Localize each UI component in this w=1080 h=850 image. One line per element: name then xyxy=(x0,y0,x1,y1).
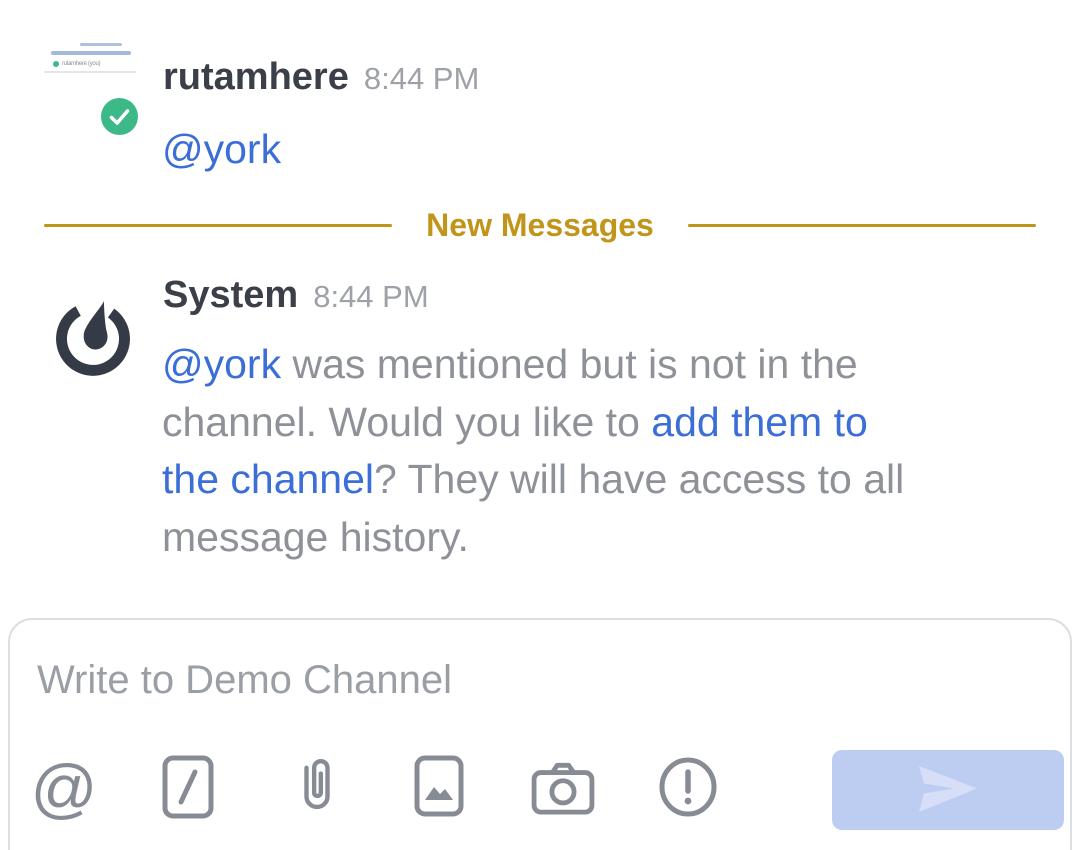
avatar-detail xyxy=(44,71,136,73)
send-button[interactable] xyxy=(832,750,1064,830)
mattermost-logo-icon xyxy=(51,291,135,380)
message-text: message history. xyxy=(162,514,469,560)
message-link[interactable]: @york xyxy=(162,341,281,387)
new-messages-divider: New Messages xyxy=(0,204,1080,246)
chat-screen: rutamhere (you) rutamhere 8:44 PM @york … xyxy=(0,0,1080,850)
message-composer: Write to Demo Channel @ xyxy=(8,618,1072,850)
divider-line xyxy=(44,224,392,227)
message-text: was mentioned but is not in the xyxy=(281,341,858,387)
camera-icon[interactable] xyxy=(531,761,595,815)
username[interactable]: rutamhere xyxy=(163,56,349,99)
timestamp: 8:44 PM xyxy=(364,61,479,97)
avatar-detail xyxy=(80,43,122,46)
avatar-detail xyxy=(51,51,131,55)
send-icon xyxy=(918,764,978,817)
message-link[interactable]: add them to xyxy=(651,399,868,445)
at-mention-icon[interactable]: @ xyxy=(30,754,98,822)
username[interactable]: System xyxy=(163,274,298,317)
image-icon[interactable] xyxy=(414,755,464,817)
avatar-caption: rutamhere (you) xyxy=(62,61,100,67)
priority-alert-icon[interactable] xyxy=(659,757,717,817)
attach-file-icon[interactable] xyxy=(296,752,338,818)
user-avatar[interactable]: rutamhere (you) xyxy=(44,26,136,78)
online-dot-icon xyxy=(53,61,59,67)
message-text: channel. Would you like to xyxy=(162,399,651,445)
system-message-text: @york was mentioned but is not in the cha… xyxy=(162,336,1042,566)
message-input[interactable]: Write to Demo Channel xyxy=(37,658,452,703)
divider-line xyxy=(688,224,1036,227)
timestamp: 8:44 PM xyxy=(313,279,428,315)
avatar-detail: rutamhere (you) xyxy=(53,60,100,67)
slash-command-icon[interactable] xyxy=(162,755,214,819)
check-badge-icon xyxy=(101,98,138,135)
message-link[interactable]: the channel xyxy=(162,456,374,502)
new-messages-label: New Messages xyxy=(426,207,654,244)
message-text: ? They will have access to all xyxy=(374,456,904,502)
mention-link[interactable]: @york xyxy=(162,126,281,173)
